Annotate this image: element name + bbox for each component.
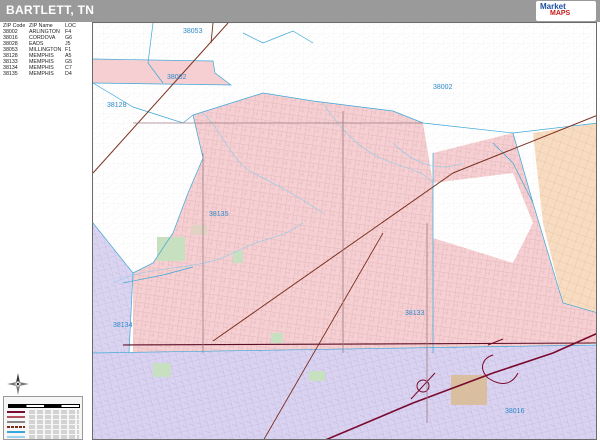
- zip-legend-table: ZIP Code ZIP Name LOC 38002 ARLINGTON F4 38…: [3, 23, 89, 77]
- logo-mark-bottom: MAPS: [550, 10, 571, 17]
- key-row-water: [7, 435, 81, 439]
- label-38002-east: 38002: [433, 84, 453, 91]
- label-38128: 38128: [107, 102, 127, 109]
- key-row-rail: [7, 425, 81, 429]
- legend-row: 38135 MEMPHIS D4: [3, 71, 89, 77]
- publisher-logo: Market MAPS: [536, 1, 596, 21]
- title-bar: BARTLETT, TN Market MAPS: [0, 0, 600, 22]
- label-38002-west: 38002: [167, 74, 187, 81]
- legend-cell-loc: D4: [65, 71, 72, 77]
- key-row-interstate: [7, 410, 81, 414]
- label-38134: 38134: [113, 322, 133, 329]
- label-38016: 38016: [505, 408, 525, 415]
- legend-rows: 38002 ARLINGTON F4 38016 CORDOVA G6 38028 EADS J…: [3, 29, 89, 77]
- map-canvas: 38053 38002 38002 38128 38135 38134 3813…: [93, 23, 596, 439]
- label-38135: 38135: [209, 211, 229, 218]
- key-row-zip-boundary: [7, 430, 81, 434]
- label-38133: 38133: [405, 310, 425, 317]
- scale-bar: [8, 404, 80, 408]
- key-row-road: [7, 420, 81, 424]
- key-row-highway: [7, 415, 81, 419]
- map-frame: 38053 38002 38002 38128 38135 38134 3813…: [92, 22, 597, 440]
- legend-cell-name: MEMPHIS: [29, 71, 54, 77]
- scale-and-key-panel: [3, 396, 83, 440]
- map-title: BARTLETT, TN: [6, 3, 95, 17]
- north-arrow-icon: [7, 373, 29, 395]
- legend-cell-zip: 38135: [3, 71, 18, 77]
- label-38053: 38053: [183, 28, 203, 35]
